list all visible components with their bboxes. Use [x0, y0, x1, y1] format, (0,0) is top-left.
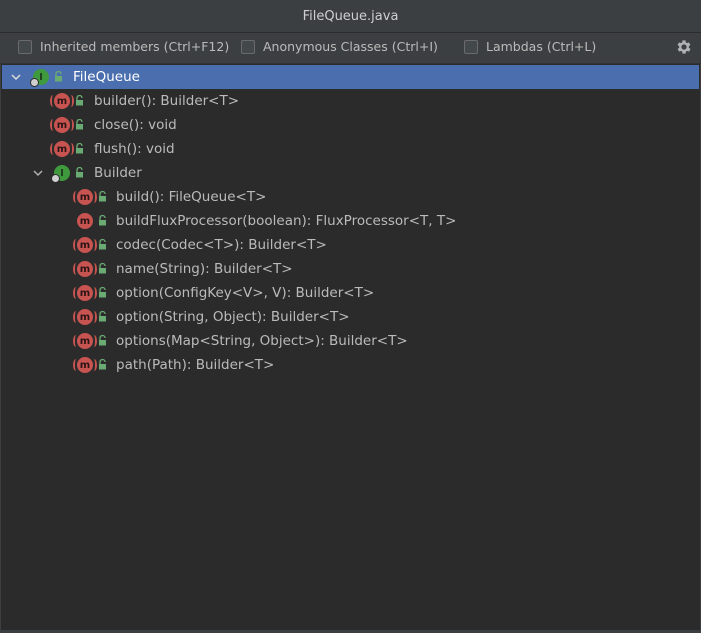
static-method-icon: m — [50, 93, 74, 109]
static-method-icon: m — [73, 285, 97, 301]
tree-node-label: builder(): Builder<T> — [94, 93, 240, 109]
anonymous-classes-label: Anonymous Classes (Ctrl+I) — [263, 39, 438, 54]
tree-node-method[interactable]: m buildFluxProcessor(boolean): FluxProce… — [2, 209, 699, 233]
inherited-members-checkbox[interactable]: Inherited members (Ctrl+F12) — [18, 39, 229, 54]
lock-icon — [99, 263, 106, 274]
tree-node-filequeue[interactable]: I FileQueue — [2, 65, 699, 89]
chevron-down-icon[interactable] — [11, 72, 21, 82]
method-icon: m — [77, 213, 93, 229]
structure-tree[interactable]: I FileQueue m builder(): Builder<T> m cl… — [1, 64, 700, 630]
tree-node-method[interactable]: m option(ConfigKey<V>, V): Builder<T> — [2, 281, 699, 305]
tree-node-method[interactable]: m path(Path): Builder<T> — [2, 353, 699, 377]
anonymous-classes-checkbox[interactable]: Anonymous Classes (Ctrl+I) — [241, 39, 438, 54]
tree-node-method[interactable]: m close(): void — [2, 113, 699, 137]
tree-node-builder[interactable]: I Builder — [2, 161, 699, 185]
class-icon: I — [51, 165, 70, 183]
static-method-icon: m — [73, 333, 97, 349]
lambdas-checkbox[interactable]: Lambdas (Ctrl+L) — [464, 39, 596, 54]
tree-node-label: option(ConfigKey<V>, V): Builder<T> — [116, 285, 375, 301]
chevron-down-icon[interactable] — [33, 168, 43, 178]
window-title-bar: FileQueue.java — [0, 0, 701, 33]
gear-icon[interactable] — [675, 38, 693, 56]
tree-node-method[interactable]: m options(Map<String, Object>): Builder<… — [2, 329, 699, 353]
lock-icon — [99, 311, 106, 322]
lock-icon — [76, 167, 83, 178]
checkbox-box[interactable] — [464, 39, 478, 54]
tree-node-label: codec(Codec<T>): Builder<T> — [116, 237, 327, 253]
static-method-icon: m — [73, 357, 97, 373]
tree-node-label: options(Map<String, Object>): Builder<T> — [116, 333, 408, 349]
window-title: FileQueue.java — [302, 8, 399, 24]
static-method-icon: m — [73, 309, 97, 325]
method-icon: m — [50, 117, 74, 133]
static-method-icon: m — [73, 189, 97, 205]
lock-icon — [99, 215, 106, 226]
tree-node-method[interactable]: m builder(): Builder<T> — [2, 89, 699, 113]
tree-node-label: build(): FileQueue<T> — [116, 189, 267, 205]
lock-icon — [99, 359, 106, 370]
lambdas-label: Lambdas (Ctrl+L) — [486, 39, 597, 54]
tree-node-label: close(): void — [94, 117, 177, 133]
lock-icon — [99, 335, 106, 346]
tree-node-label: FileQueue — [73, 69, 140, 85]
checkbox-box[interactable] — [241, 39, 255, 54]
lock-icon — [76, 143, 83, 154]
filter-toolbar: Inherited members (Ctrl+F12) Anonymous C… — [0, 33, 701, 64]
tree-node-label: buildFluxProcessor(boolean): FluxProcess… — [116, 213, 457, 229]
class-icon: I — [30, 69, 49, 87]
tree-node-method[interactable]: m codec(Codec<T>): Builder<T> — [2, 233, 699, 257]
method-icon: m — [50, 141, 74, 157]
tree-node-label: name(String): Builder<T> — [116, 261, 293, 277]
lock-icon — [99, 287, 106, 298]
checkbox-box[interactable] — [18, 39, 32, 54]
inherited-members-label: Inherited members (Ctrl+F12) — [40, 39, 230, 54]
lock-icon — [76, 95, 83, 106]
tree-node-label: option(String, Object): Builder<T> — [116, 309, 350, 325]
tree-node-label: Builder — [94, 165, 142, 181]
lock-icon — [55, 71, 62, 82]
tree-node-method[interactable]: m option(String, Object): Builder<T> — [2, 305, 699, 329]
tree-node-label: path(Path): Builder<T> — [116, 357, 275, 373]
tree-node-label: flush(): void — [94, 141, 175, 157]
lock-icon — [99, 191, 106, 202]
lock-icon — [99, 239, 106, 250]
tree-node-method[interactable]: m flush(): void — [2, 137, 699, 161]
tree-node-method[interactable]: m name(String): Builder<T> — [2, 257, 699, 281]
lock-icon — [76, 119, 83, 130]
static-method-icon: m — [73, 237, 97, 253]
static-method-icon: m — [73, 261, 97, 277]
tree-node-method[interactable]: m build(): FileQueue<T> — [2, 185, 699, 209]
